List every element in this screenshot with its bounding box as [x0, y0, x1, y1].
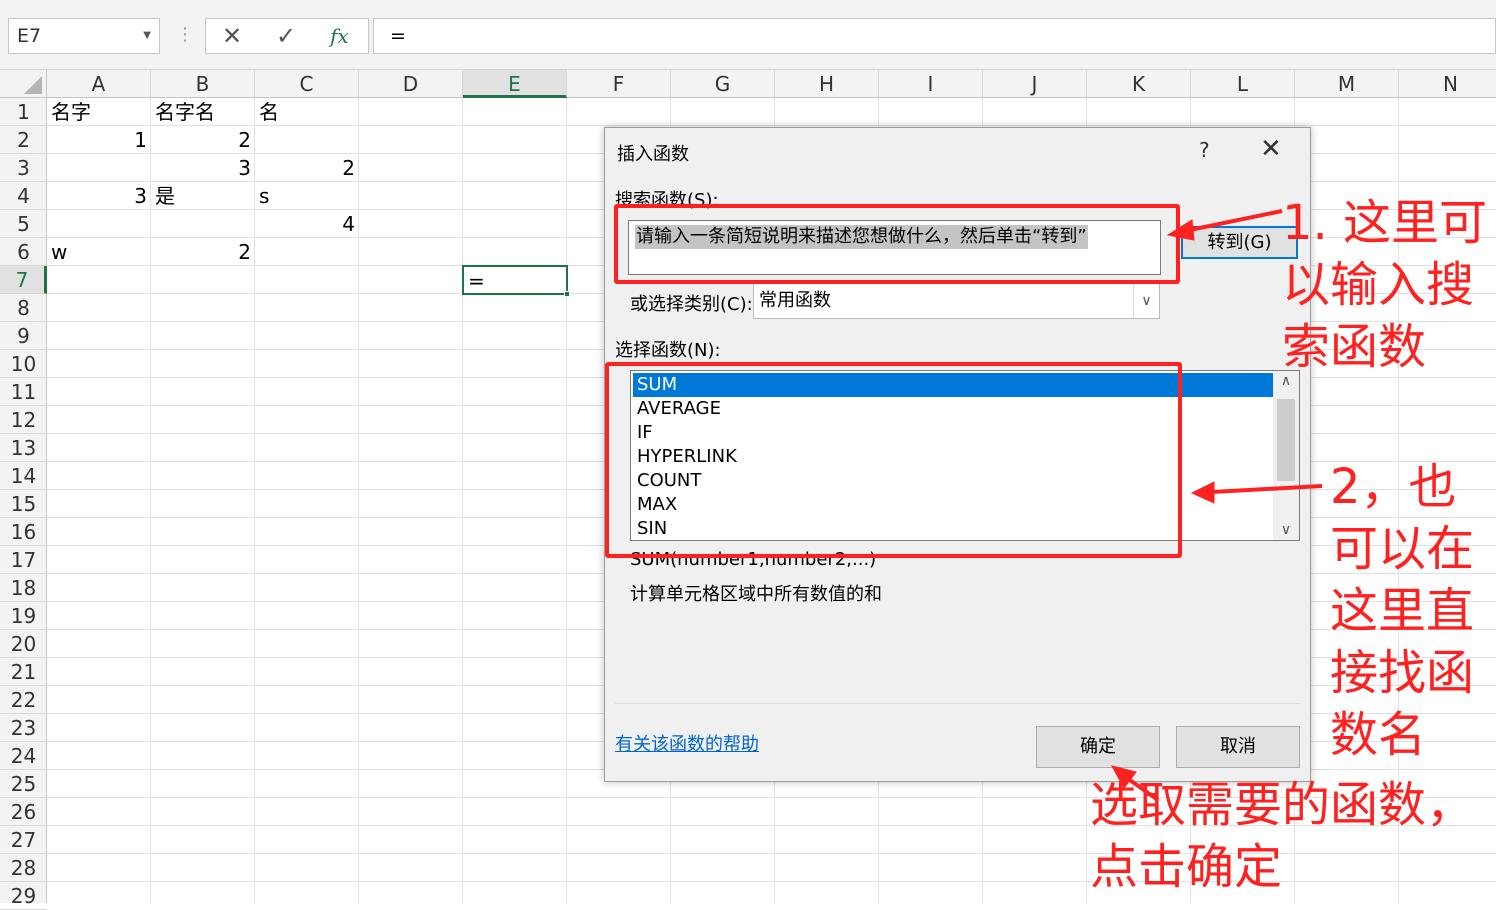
annotation-line: 2，也 — [1330, 459, 1457, 515]
annotation-line: 这里直 — [1330, 583, 1475, 639]
annotation-line: 点击确定 — [1090, 839, 1283, 895]
annotation-list: 2，也 可以在 这里直 接找函 数名 — [1330, 456, 1474, 766]
annotation-search: 1. 这里可 以输入搜 索函数 — [1282, 192, 1487, 378]
annotation-arrows — [1111, 209, 1323, 802]
annotation-line: 索函数 — [1282, 319, 1427, 375]
annotation-line: 接找函 — [1330, 645, 1475, 701]
arrow-to-search — [1184, 209, 1283, 233]
annotation-line: 可以在 — [1330, 521, 1475, 577]
annotation-line: 1. 这里可 — [1282, 195, 1488, 251]
annotation-line: 数名 — [1330, 707, 1427, 763]
arrow-head-icon — [1190, 481, 1215, 504]
annotation-line: 以输入搜 — [1282, 257, 1475, 313]
arrow-to-list — [1211, 484, 1323, 494]
arrow-head-icon — [1166, 219, 1195, 241]
annotation-line: 选取需要的函数， — [1090, 777, 1475, 833]
annotation-confirm: 选取需要的函数， 点击确定 — [1090, 774, 1474, 898]
